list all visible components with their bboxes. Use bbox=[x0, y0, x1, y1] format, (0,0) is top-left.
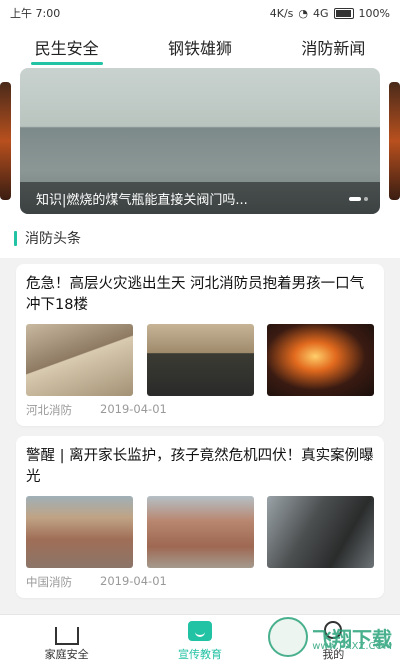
news-thumbnail bbox=[26, 496, 133, 568]
network-type: 4G bbox=[313, 6, 329, 20]
news-source: 河北消防 bbox=[26, 403, 72, 417]
carousel-dot bbox=[364, 197, 368, 201]
carousel-dot-active bbox=[349, 197, 361, 201]
news-thumbnail bbox=[146, 496, 254, 568]
nav-label: 宣传教育 bbox=[177, 647, 222, 661]
banner-carousel[interactable]: 知识|燃烧的煤气瓶能直接关阀门吗... bbox=[0, 68, 400, 218]
news-title: 危急！高层火灾逃出生天 河北消防员抱着男孩一口气冲下18楼 bbox=[26, 276, 365, 313]
home-icon bbox=[54, 621, 79, 645]
tv-icon bbox=[187, 620, 212, 643]
network-speed: 4K/s bbox=[269, 6, 294, 20]
news-feed: 危急！高层火灾逃出生天 河北消防员抱着男孩一口气冲下18楼 河北消防 2019-… bbox=[0, 258, 400, 598]
news-thumbnail bbox=[26, 324, 133, 396]
news-date: 2019-04-01 bbox=[100, 574, 167, 588]
banner-prev-peek[interactable] bbox=[0, 82, 11, 200]
status-icons: 4K/s ◔ 4G 100% bbox=[270, 7, 390, 20]
status-time: 上午 7:00 bbox=[10, 7, 61, 20]
banner-caption: 知识|燃烧的煤气瓶能直接关阀门吗... bbox=[20, 182, 380, 214]
tab-xiaofang-xinwen[interactable]: 消防新闻 bbox=[299, 29, 367, 65]
top-tabs: 民生安全 钢铁雄狮 消防新闻 bbox=[0, 26, 400, 68]
battery-level: 100% bbox=[358, 6, 390, 20]
status-bar: 上午 7:00 4K/s ◔ 4G 100% bbox=[0, 0, 400, 26]
nav-label: 家庭安全 bbox=[44, 647, 89, 661]
news-thumbnails bbox=[26, 324, 374, 396]
watermark-logo-icon bbox=[268, 617, 308, 657]
watermark-url: www.FXXZ.COM bbox=[312, 641, 392, 652]
wifi-icon: ◔ bbox=[298, 6, 309, 20]
tab-gangtie-xiongshi[interactable]: 钢铁雄狮 bbox=[166, 29, 234, 65]
banner-next-peek[interactable] bbox=[389, 82, 400, 200]
carousel-indicator bbox=[349, 197, 368, 201]
news-card[interactable]: 危急！高层火灾逃出生天 河北消防员抱着男孩一口气冲下18楼 河北消防 2019-… bbox=[16, 264, 384, 426]
news-meta: 河北消防 2019-04-01 bbox=[26, 402, 374, 418]
nav-item-home-safety[interactable]: 家庭安全 bbox=[22, 621, 112, 662]
nav-item-education[interactable]: 宣传教育 bbox=[155, 620, 245, 662]
news-source: 中国消防 bbox=[26, 575, 72, 589]
section-accent-bar bbox=[14, 230, 17, 246]
banner-caption-text: 知识|燃烧的煤气瓶能直接关阀门吗... bbox=[36, 192, 248, 208]
news-thumbnail bbox=[267, 324, 374, 396]
section-title: 消防头条 bbox=[25, 231, 81, 247]
news-title: 警醒 | 离开家长监护，孩子竟然危机四伏！真实案例曝光 bbox=[26, 448, 374, 485]
news-thumbnail bbox=[146, 324, 254, 396]
news-card[interactable]: 警醒 | 离开家长监护，孩子竟然危机四伏！真实案例曝光 中国消防 2019-04… bbox=[16, 436, 384, 598]
news-thumbnails bbox=[26, 496, 374, 568]
section-header: 消防头条 bbox=[0, 218, 400, 258]
site-watermark: 飞翔下载 www.FXXZ.COM bbox=[268, 617, 392, 657]
news-thumbnail bbox=[267, 496, 374, 568]
battery-icon bbox=[333, 7, 354, 19]
news-date: 2019-04-01 bbox=[100, 402, 167, 416]
news-meta: 中国消防 2019-04-01 bbox=[26, 574, 374, 590]
banner-image[interactable]: 知识|燃烧的煤气瓶能直接关阀门吗... bbox=[20, 68, 380, 214]
tab-minsheng-anquan[interactable]: 民生安全 bbox=[30, 29, 103, 65]
